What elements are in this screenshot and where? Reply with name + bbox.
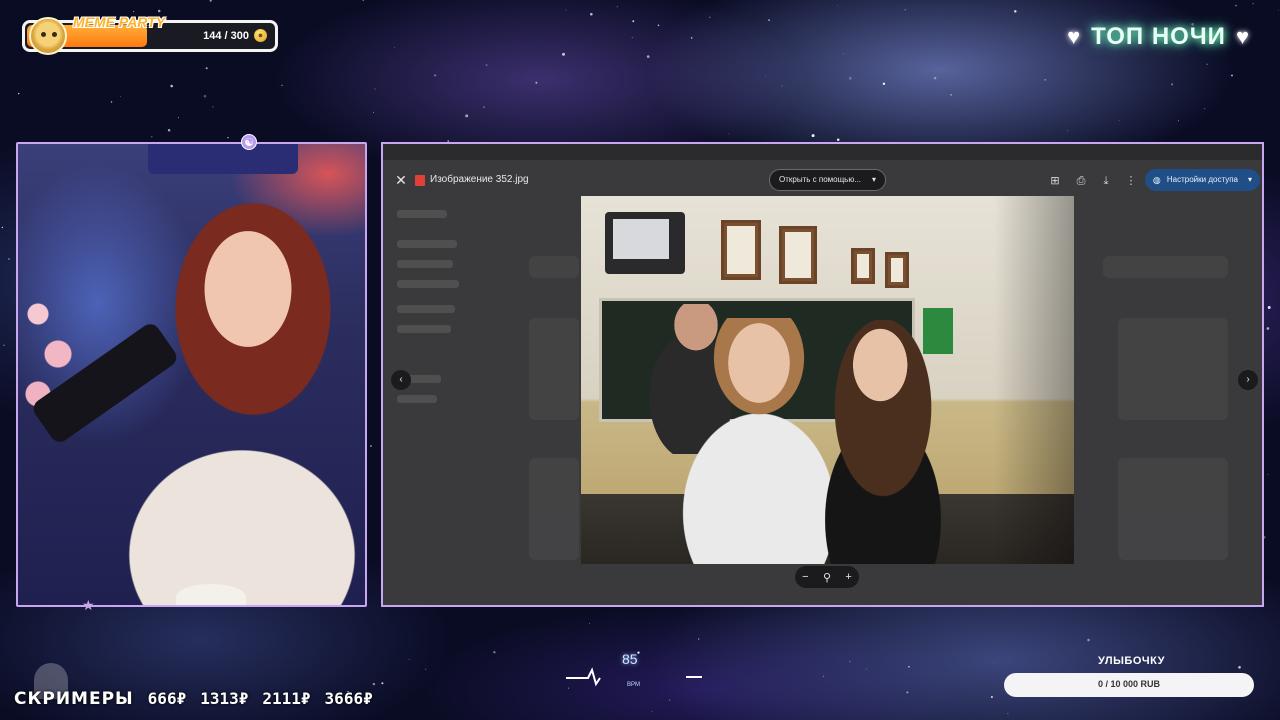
zoom-out-button[interactable]: − xyxy=(802,571,808,583)
webcam-streamer-face xyxy=(198,224,298,354)
screamer-price: 2111₽ xyxy=(262,689,311,708)
yin-yang-icon: ☯ xyxy=(241,134,257,150)
coin-icon: ● xyxy=(254,29,267,42)
goal-progress-text: 0 / 10 000 RUB xyxy=(1097,679,1161,689)
screamers-price-list: СКРИМЕРЫ 666₽ 1313₽ 2111₽ 3666₽ xyxy=(14,689,373,709)
image-viewer-toolbar: ✕ Изображение 352.jpg Открыть с помощью.… xyxy=(383,166,1262,196)
doge-icon xyxy=(29,17,67,55)
photo-wall-frame xyxy=(779,226,817,284)
previous-image-button[interactable]: ‹ xyxy=(391,370,411,390)
chevron-down-icon: ▾ xyxy=(1247,175,1252,184)
photo-tv xyxy=(605,212,685,274)
screamer-price: 666₽ xyxy=(147,689,187,708)
share-settings-label: Настройки доступа xyxy=(1166,175,1238,184)
zoom-icon: ⚲ xyxy=(822,571,832,584)
screamers-label: СКРИМЕРЫ xyxy=(14,689,134,709)
download-icon[interactable]: ⤓ xyxy=(1098,173,1114,189)
screamer-price: 1313₽ xyxy=(200,689,249,708)
zoom-in-button[interactable]: + xyxy=(845,571,851,583)
close-viewer-button[interactable]: ✕ xyxy=(393,172,409,188)
add-comment-icon[interactable]: ⊞ xyxy=(1047,173,1063,189)
photo-wall-frame xyxy=(721,220,761,280)
photo-wall-frame xyxy=(885,252,909,288)
browser-tab-strip xyxy=(383,144,1262,160)
next-image-button[interactable]: › xyxy=(1238,370,1258,390)
meme-party-title: MEME PARTY xyxy=(73,14,166,30)
zoom-controls: − ⚲ + xyxy=(795,566,859,588)
more-icon[interactable]: ⋮ xyxy=(1123,173,1139,189)
webcam-streamer-outfit xyxy=(88,394,365,605)
file-name: Изображение 352.jpg xyxy=(430,174,529,185)
heart-icon: ♥ xyxy=(1067,24,1082,49)
heart-rate-unit: BPM xyxy=(627,682,641,688)
open-with-button[interactable]: Открыть с помощью... xyxy=(769,169,887,191)
goal-progress-bar: 0 / 10 000 RUB xyxy=(1004,673,1254,697)
meme-party-count: 144 / 300 xyxy=(203,30,249,42)
viewed-photo xyxy=(581,196,1074,564)
screen-share-panel: ✕ Изображение 352.jpg Открыть с помощью.… xyxy=(381,142,1264,607)
webcam-panel xyxy=(16,142,367,607)
heart-icon: ♥ xyxy=(1235,24,1250,49)
webcam-background-monitor xyxy=(148,144,298,174)
photo-wall-frame xyxy=(851,248,875,284)
photo-person-right xyxy=(813,320,953,564)
star-icon: ★ xyxy=(82,597,95,613)
image-file-icon xyxy=(415,175,425,186)
heart-rate-widget: 85 BPM xyxy=(566,648,706,698)
meme-party-bar: MEME PARTY 144 / 300 ● xyxy=(22,14,278,55)
photo-shadow xyxy=(994,196,1074,564)
share-settings-button[interactable]: ◍ Настройки доступа ▾ xyxy=(1144,169,1260,191)
heart-rate-value: 85 xyxy=(622,651,638,667)
print-icon[interactable]: ⎙ xyxy=(1073,173,1089,189)
webcam-cup xyxy=(176,584,246,605)
screamer-price: 3666₽ xyxy=(324,689,373,708)
goal-label: УЛЫБОЧКУ xyxy=(1098,655,1165,667)
top-of-night-title: ТОП НОЧИ xyxy=(1091,23,1226,50)
globe-icon: ◍ xyxy=(1152,175,1161,185)
top-of-night-banner: ♥ ТОП НОЧИ ♥ xyxy=(1067,22,1250,52)
